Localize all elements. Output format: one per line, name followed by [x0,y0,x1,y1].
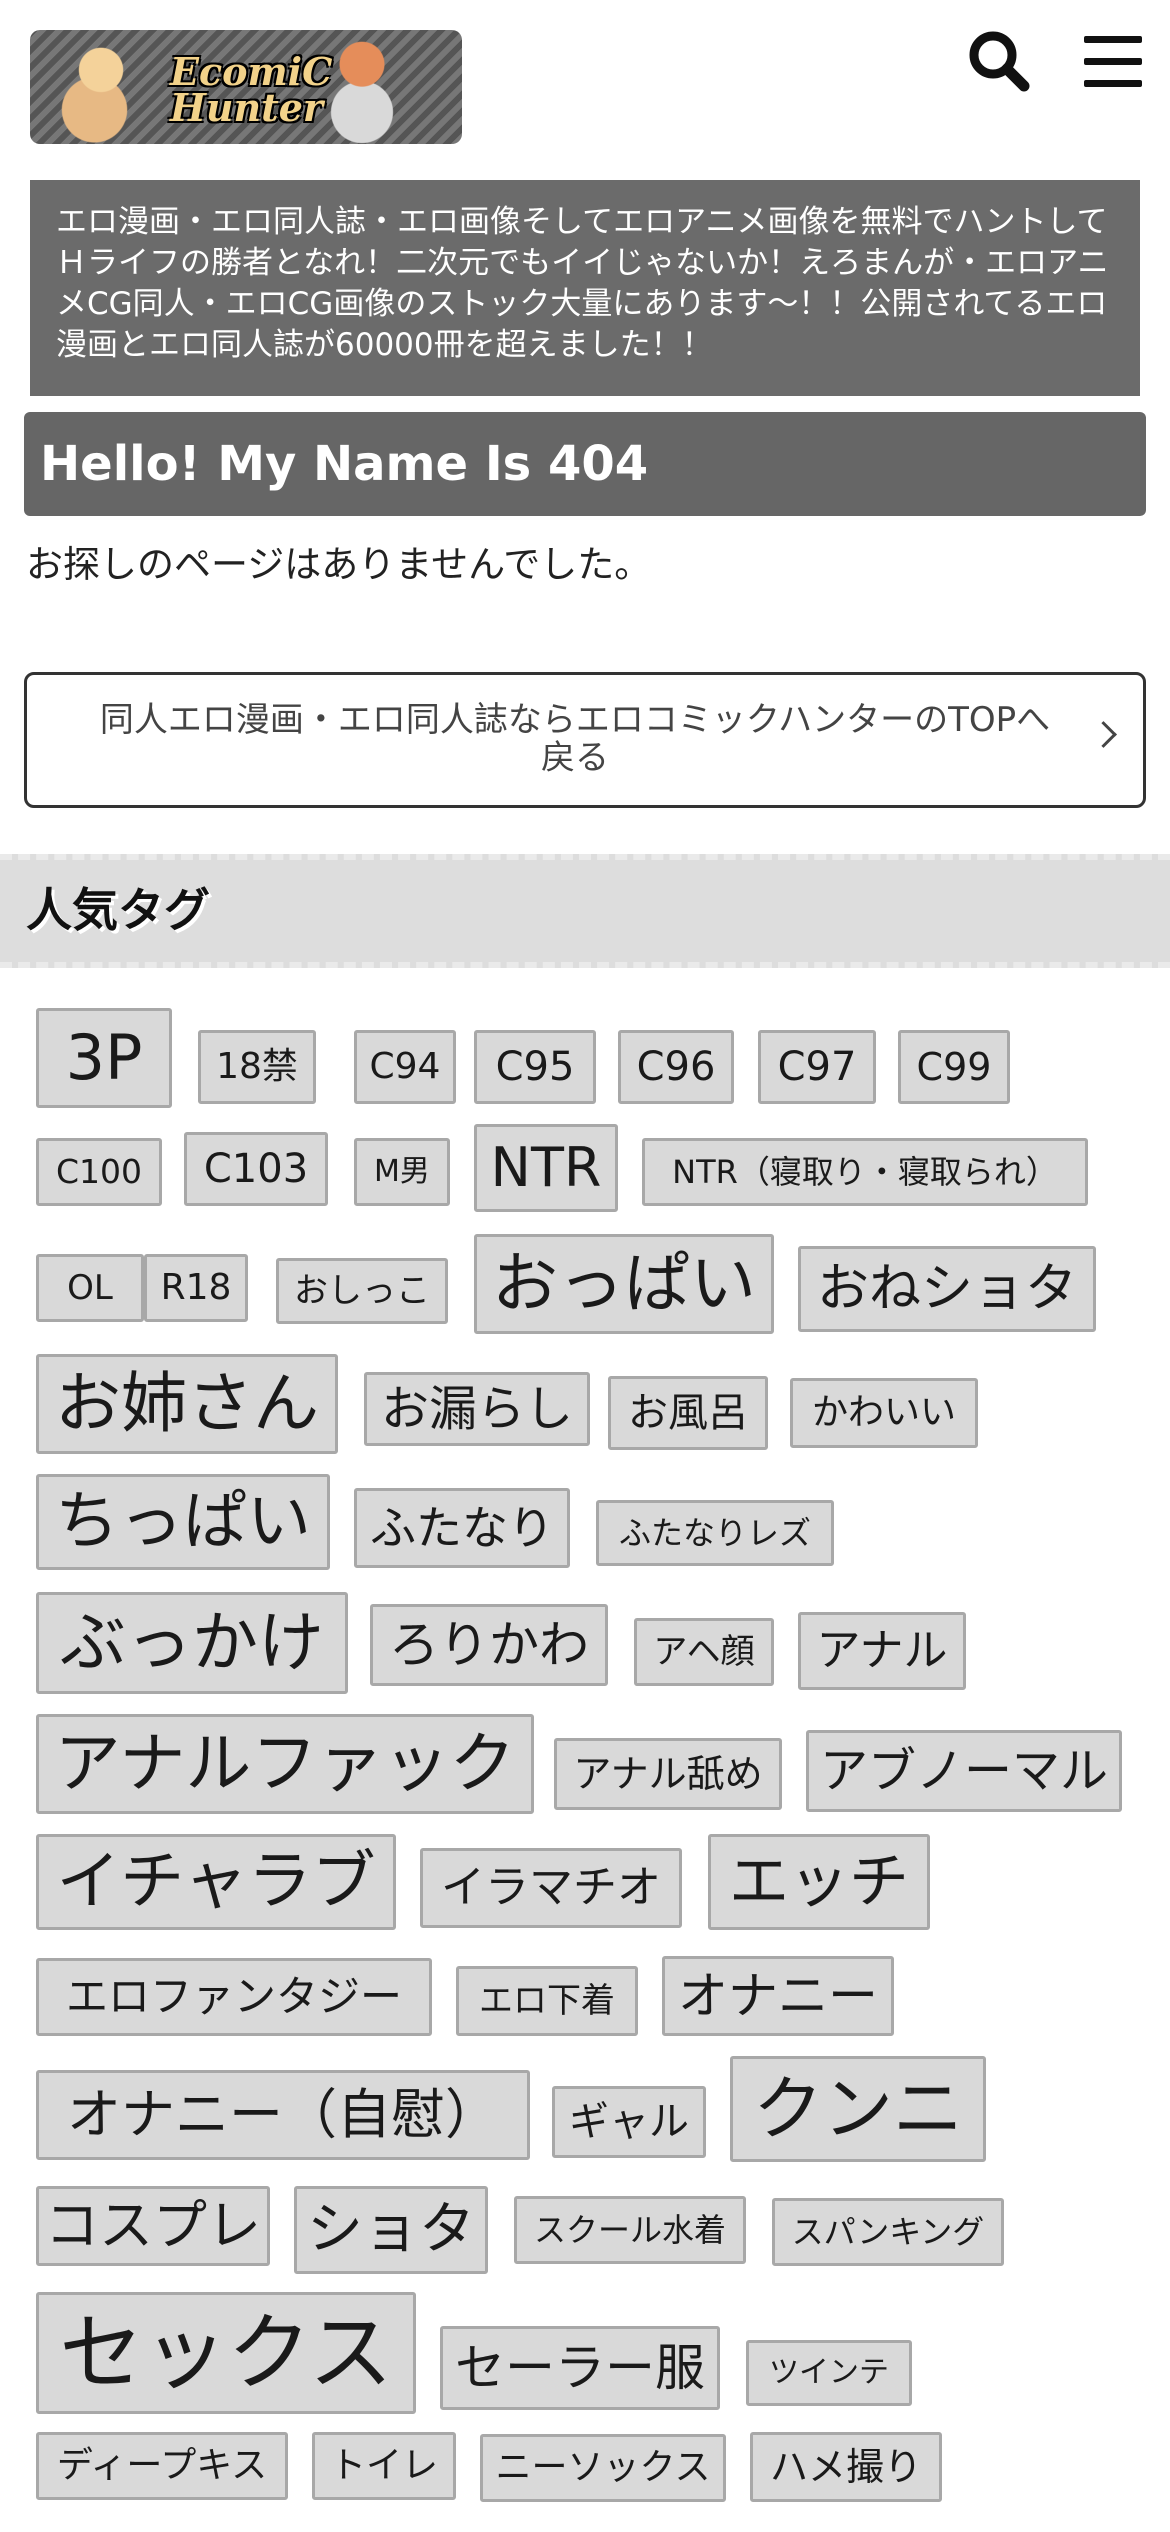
site-header: EcomiC Hunter [0,0,1170,160]
tag-link[interactable]: M男 [354,1138,450,1206]
tag-link[interactable]: エロファンタジー [36,1958,432,2036]
site-description: エロ漫画・エロ同人誌・エロ画像そしてエロアニメ画像を無料でハントしてＨライフの勝… [30,180,1140,396]
tag-link[interactable]: NTR [474,1124,618,1212]
tag-link[interactable]: C99 [898,1030,1010,1104]
tag-link[interactable]: ふたなりレズ [596,1500,834,1566]
tag-link[interactable]: ギャル [552,2086,706,2158]
tag-link[interactable]: C94 [354,1030,456,1104]
tag-link[interactable]: C100 [36,1138,162,1206]
tag-link[interactable]: クンニ [730,2056,986,2162]
tag-link[interactable]: お風呂 [608,1376,768,1450]
tag-link[interactable]: トイレ [312,2432,456,2500]
search-button[interactable] [966,28,1032,94]
tag-link[interactable]: 18禁 [198,1030,316,1104]
search-icon [969,31,1030,92]
tag-link[interactable]: お漏らし [364,1372,590,1446]
tag-link[interactable]: ろりかわ [370,1604,608,1686]
tag-link[interactable]: イチャラブ [36,1834,396,1930]
tag-link[interactable]: ニーソックス [480,2434,726,2502]
tag-link[interactable]: R18 [144,1254,248,1322]
hamburger-menu-icon-bar [1084,80,1142,87]
tag-link[interactable]: ちっぱい [36,1474,330,1570]
tag-link[interactable]: アヘ顔 [634,1618,774,1686]
tag-link[interactable]: エロ下着 [456,1966,638,2036]
tag-link[interactable]: コスプレ [36,2186,270,2266]
tag-link[interactable]: C97 [758,1030,876,1104]
tag-link[interactable]: かわいい [790,1378,978,1448]
back-to-top-link[interactable]: 同人エロ漫画・エロ同人誌ならエロコミックハンターのTOPへ戻る [24,672,1146,808]
tag-link[interactable]: ツインテ [746,2340,912,2406]
popular-tags-heading: 人気タグ [0,854,1170,968]
chevron-right-icon [1090,721,1117,748]
not-found-message: お探しのページはありませんでした。 [26,543,652,586]
tag-link[interactable]: C95 [474,1030,596,1104]
tag-link[interactable]: ディープキス [36,2432,288,2500]
tag-link[interactable]: ハメ撮り [750,2432,942,2502]
tag-link[interactable]: C103 [184,1132,328,1206]
tag-link[interactable]: スパンキング [772,2198,1004,2266]
tag-link[interactable]: アナル舐め [554,1738,782,1810]
tag-link[interactable]: アナル [798,1612,966,1690]
tag-link[interactable]: OL [36,1254,144,1322]
logo-character-left [36,30,166,144]
hamburger-menu-icon-bar [1084,58,1142,65]
logo-text: EcomiC Hunter [170,49,333,130]
tag-link[interactable]: アブノーマル [806,1730,1122,1812]
tag-link[interactable]: おっぱい [474,1234,774,1334]
tag-link[interactable]: C96 [618,1030,734,1104]
tag-link[interactable]: 3P [36,1008,172,1108]
tag-link[interactable]: おねショタ [798,1246,1096,1332]
hamburger-menu-icon [1084,36,1142,43]
tag-link[interactable]: おしっこ [276,1258,448,1324]
tag-link[interactable]: セーラー服 [440,2326,720,2410]
page-title: Hello! My Name Is 404 [24,412,1146,516]
tag-link[interactable]: ふたなり [354,1488,570,1568]
tag-link[interactable]: スクール水着 [514,2196,746,2264]
back-to-top-label: 同人エロ漫画・エロ同人誌ならエロコミックハンターのTOPへ戻る [99,700,1051,778]
tag-link[interactable]: エッチ [708,1834,930,1930]
tag-link[interactable]: ぶっかけ [36,1592,348,1694]
tag-link[interactable]: オナニー（自慰） [36,2070,530,2160]
tag-link[interactable]: セックス [36,2292,416,2414]
tag-link[interactable]: アナルファック [36,1714,534,1814]
tag-link[interactable]: お姉さん [36,1354,338,1454]
tag-link[interactable]: イラマチオ [420,1848,682,1928]
hamburger-menu-button[interactable] [1080,28,1146,94]
site-logo[interactable]: EcomiC Hunter [30,30,462,144]
tag-link[interactable]: オナニー [662,1956,894,2036]
tag-link[interactable]: ショタ [294,2186,488,2274]
tag-link[interactable]: NTR（寝取り・寝取られ） [642,1138,1088,1206]
